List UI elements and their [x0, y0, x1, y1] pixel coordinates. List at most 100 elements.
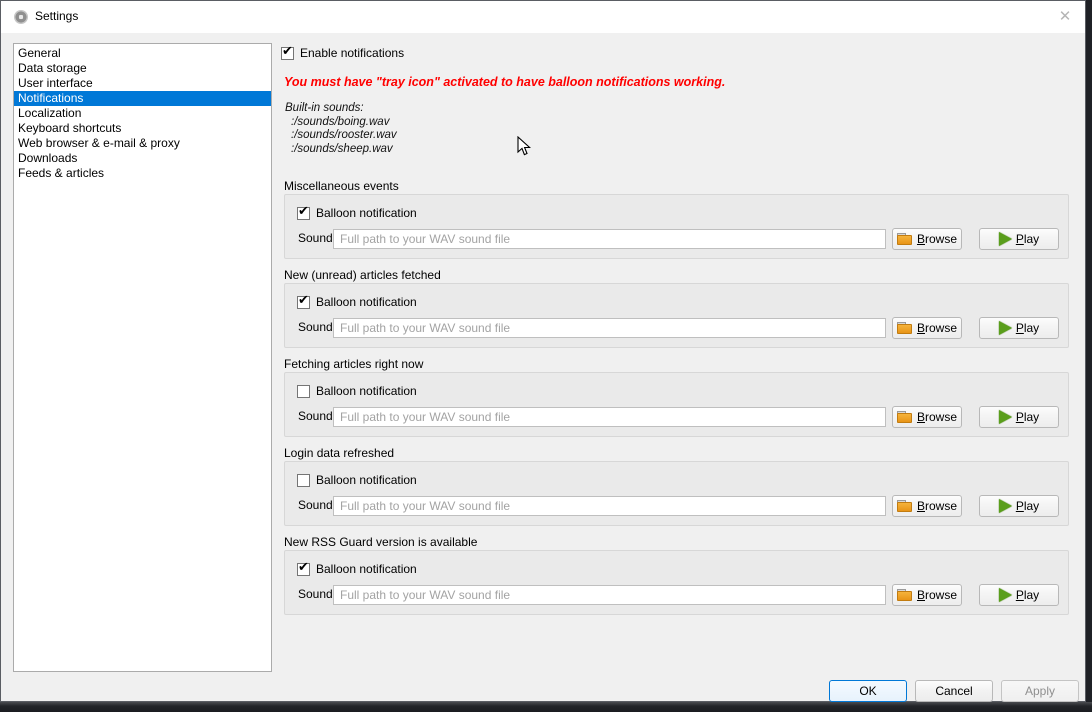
- balloon-notification-label: Balloon notification: [316, 384, 417, 398]
- checkbox-box[interactable]: ✔: [297, 296, 310, 309]
- desktop-edge-right: [1086, 0, 1092, 712]
- sound-label: Sound: [298, 583, 333, 605]
- play-icon: [999, 588, 1012, 602]
- play-button-label: Play: [1016, 499, 1039, 513]
- sound-label: Sound: [298, 405, 333, 427]
- balloon-notification-checkbox[interactable]: ✔ Balloon notification: [297, 383, 417, 399]
- balloon-notification-label: Balloon notification: [316, 206, 417, 220]
- folder-icon: [897, 322, 913, 335]
- apply-button[interactable]: Apply: [1001, 680, 1079, 702]
- section-groupbox: ✔ Balloon notification Sound Browse Play: [284, 550, 1069, 615]
- titlebar: Settings ✕: [1, 1, 1085, 33]
- tray-icon-warning-text: You must have "tray icon" activated to h…: [284, 75, 725, 89]
- folder-icon: [897, 411, 913, 424]
- play-button[interactable]: Play: [979, 317, 1059, 339]
- play-button-label: Play: [1016, 588, 1039, 602]
- sidebar-item-feeds-articles[interactable]: Feeds & articles: [14, 166, 271, 181]
- balloon-notification-label: Balloon notification: [316, 473, 417, 487]
- section-new-version-available: New RSS Guard version is available ✔ Bal…: [284, 535, 1069, 615]
- sidebar-item-notifications[interactable]: Notifications: [14, 91, 271, 106]
- balloon-notification-checkbox[interactable]: ✔ Balloon notification: [297, 561, 417, 577]
- section-groupbox: ✔ Balloon notification Sound Browse Play: [284, 372, 1069, 437]
- balloon-notification-label: Balloon notification: [316, 295, 417, 309]
- play-icon: [999, 232, 1012, 246]
- checkbox-box[interactable]: ✔: [297, 563, 310, 576]
- checkbox-box[interactable]: ✔: [297, 385, 310, 398]
- section-groupbox: ✔ Balloon notification Sound Browse Play: [284, 194, 1069, 259]
- sound-path-input[interactable]: [333, 496, 886, 516]
- cancel-button[interactable]: Cancel: [915, 680, 993, 702]
- section-miscellaneous-events: Miscellaneous events ✔ Balloon notificat…: [284, 179, 1069, 259]
- section-groupbox: ✔ Balloon notification Sound Browse Play: [284, 461, 1069, 526]
- section-groupbox: ✔ Balloon notification Sound Browse Play: [284, 283, 1069, 348]
- browse-button-label: Browse: [917, 232, 957, 246]
- builtin-sound-path: :/sounds/boing.wav: [285, 116, 397, 130]
- section-title: Miscellaneous events: [284, 179, 1069, 194]
- builtin-sound-path: :/sounds/sheep.wav: [285, 143, 397, 157]
- folder-icon: [897, 589, 913, 602]
- builtin-sounds-info: Built-in sounds: :/sounds/boing.wav :/so…: [285, 102, 397, 156]
- play-button[interactable]: Play: [979, 228, 1059, 250]
- ok-button[interactable]: OK: [829, 680, 907, 702]
- desktop-edge-bottom: [0, 702, 1092, 712]
- balloon-notification-checkbox[interactable]: ✔ Balloon notification: [297, 472, 417, 488]
- settings-category-list: General Data storage User interface Noti…: [13, 43, 272, 672]
- browse-button[interactable]: Browse: [892, 495, 962, 517]
- sound-path-input[interactable]: [333, 585, 886, 605]
- play-button[interactable]: Play: [979, 406, 1059, 428]
- sound-path-input[interactable]: [333, 407, 886, 427]
- folder-icon: [897, 233, 913, 246]
- sidebar-item-localization[interactable]: Localization: [14, 106, 271, 121]
- sidebar-item-general[interactable]: General: [14, 46, 271, 61]
- check-icon: ✔: [298, 204, 309, 218]
- sound-label: Sound: [298, 227, 333, 249]
- sidebar-item-web-browser[interactable]: Web browser & e-mail & proxy: [14, 136, 271, 151]
- checkbox-box[interactable]: ✔: [297, 207, 310, 220]
- balloon-notification-checkbox[interactable]: ✔ Balloon notification: [297, 205, 417, 221]
- builtin-sound-path: :/sounds/rooster.wav: [285, 129, 397, 143]
- sound-path-input[interactable]: [333, 229, 886, 249]
- browse-button-label: Browse: [917, 588, 957, 602]
- close-icon[interactable]: ✕: [1053, 5, 1077, 29]
- section-login-data-refreshed: Login data refreshed ✔ Balloon notificat…: [284, 446, 1069, 526]
- browse-button[interactable]: Browse: [892, 406, 962, 428]
- balloon-notification-label: Balloon notification: [316, 562, 417, 576]
- sidebar-item-downloads[interactable]: Downloads: [14, 151, 271, 166]
- balloon-notification-checkbox[interactable]: ✔ Balloon notification: [297, 294, 417, 310]
- sidebar-item-keyboard-shortcuts[interactable]: Keyboard shortcuts: [14, 121, 271, 136]
- builtin-sounds-heading: Built-in sounds:: [285, 102, 397, 116]
- folder-icon: [897, 500, 913, 513]
- section-fetching-articles-now: Fetching articles right now ✔ Balloon no…: [284, 357, 1069, 437]
- sound-path-input[interactable]: [333, 318, 886, 338]
- checkbox-box[interactable]: ✔: [297, 474, 310, 487]
- sidebar-item-data-storage[interactable]: Data storage: [14, 61, 271, 76]
- settings-window: Settings ✕ General Data storage User int…: [0, 0, 1086, 702]
- section-new-articles-fetched: New (unread) articles fetched ✔ Balloon …: [284, 268, 1069, 348]
- settings-app-icon: [14, 10, 28, 24]
- section-title: New (unread) articles fetched: [284, 268, 1069, 283]
- check-icon: ✔: [298, 560, 309, 574]
- enable-notifications-checkbox[interactable]: ✔ Enable notifications: [281, 45, 404, 61]
- sidebar-item-user-interface[interactable]: User interface: [14, 76, 271, 91]
- section-title: Fetching articles right now: [284, 357, 1069, 372]
- play-button-label: Play: [1016, 321, 1039, 335]
- browse-button-label: Browse: [917, 321, 957, 335]
- play-button[interactable]: Play: [979, 495, 1059, 517]
- sound-label: Sound: [298, 316, 333, 338]
- enable-notifications-label: Enable notifications: [300, 46, 404, 60]
- browse-button[interactable]: Browse: [892, 317, 962, 339]
- browse-button[interactable]: Browse: [892, 228, 962, 250]
- play-icon: [999, 499, 1012, 513]
- mouse-cursor: [517, 136, 531, 157]
- section-title: New RSS Guard version is available: [284, 535, 1069, 550]
- section-title: Login data refreshed: [284, 446, 1069, 461]
- browse-button-label: Browse: [917, 499, 957, 513]
- play-icon: [999, 410, 1012, 424]
- window-title: Settings: [35, 9, 78, 23]
- checkbox-box[interactable]: ✔: [281, 47, 294, 60]
- play-button[interactable]: Play: [979, 584, 1059, 606]
- sound-label: Sound: [298, 494, 333, 516]
- browse-button[interactable]: Browse: [892, 584, 962, 606]
- browse-button-label: Browse: [917, 410, 957, 424]
- play-icon: [999, 321, 1012, 335]
